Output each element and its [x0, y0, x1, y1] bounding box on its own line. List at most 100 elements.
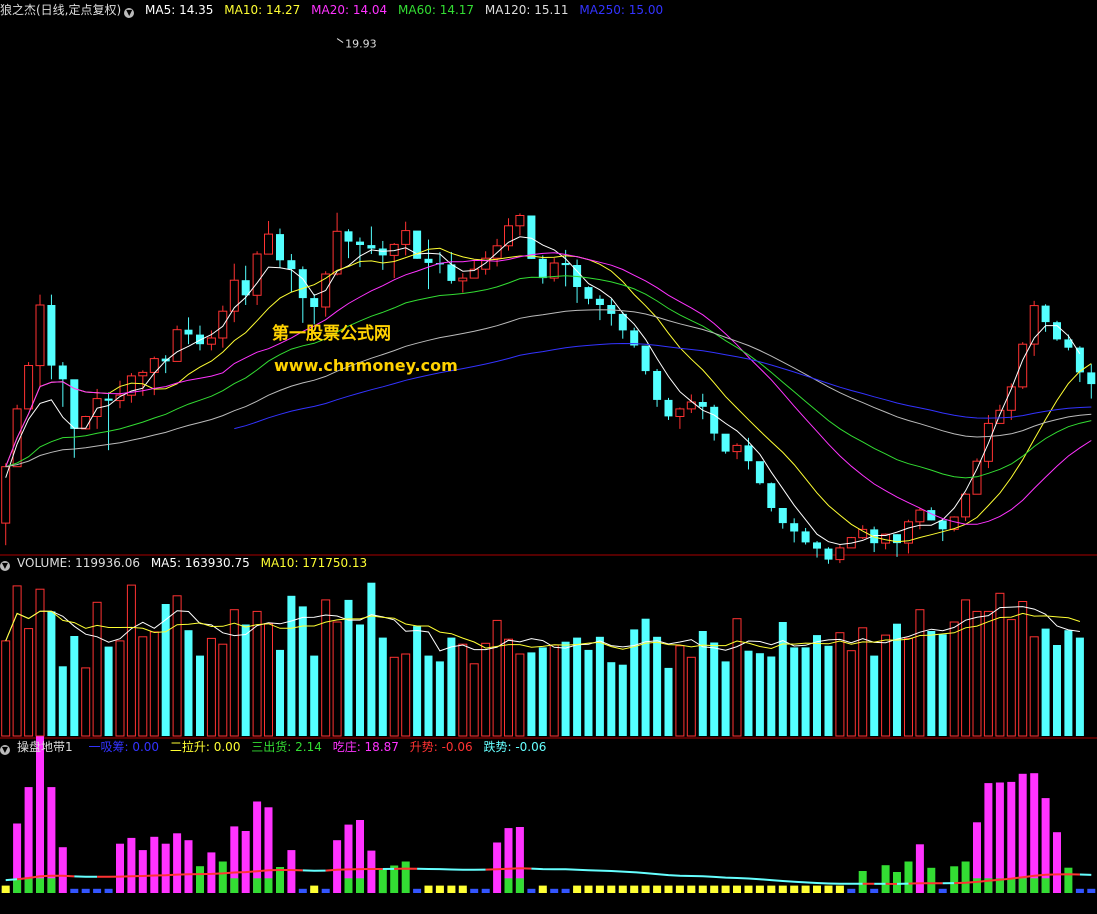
indicator-bar-base — [1018, 878, 1027, 893]
price-panel: 19.93 — [1, 38, 1096, 564]
indicator-bar-pull — [801, 885, 810, 893]
indicator-bar — [378, 868, 387, 894]
price-candle — [527, 215, 536, 259]
indicator-bar — [961, 861, 970, 893]
price-candle — [801, 531, 810, 543]
price-candle — [1053, 322, 1061, 340]
volume-ma10-label: MA10: 171750.13 — [260, 556, 368, 570]
indicator-bar — [984, 783, 993, 893]
price-candle — [401, 230, 411, 245]
indicator-bar — [493, 842, 502, 893]
indicator-eat-label: 吃庄: 18.87 — [332, 740, 399, 754]
indicator-bar — [1087, 888, 1096, 893]
indicator-bar — [561, 888, 570, 893]
indicator-bar-pull — [538, 885, 547, 893]
volume-bar — [332, 621, 342, 737]
volume-bar — [607, 662, 616, 736]
indicator-bar — [1075, 888, 1084, 893]
indicator-bar-pull — [618, 885, 627, 893]
price-candle — [332, 230, 342, 275]
stock-chart[interactable]: 19.93 — [0, 0, 1097, 914]
volume-bar — [927, 631, 936, 736]
ma120-label: MA120: 15.11 — [484, 3, 569, 17]
indicator-bar-pull — [607, 885, 616, 893]
volume-panel — [1, 582, 1084, 737]
chevron-down-icon[interactable]: ▼ — [0, 745, 10, 755]
indicator-bar — [218, 861, 227, 893]
indicator-bar-base — [1030, 878, 1039, 893]
volume-bar — [835, 632, 845, 737]
price-candle — [1006, 386, 1016, 411]
price-candle — [138, 371, 148, 377]
indicator-bar — [470, 888, 479, 893]
price-candle — [778, 508, 787, 524]
volume-bar — [755, 653, 764, 736]
volume-bar — [686, 656, 696, 737]
volume-bar — [58, 666, 67, 736]
price-candle — [813, 542, 821, 549]
max-price-label: 19.93 — [345, 38, 377, 51]
price-candle — [1087, 372, 1096, 385]
volume-bar — [469, 663, 479, 737]
indicator-bar — [333, 840, 342, 893]
indicator-bar — [321, 888, 330, 893]
volume-bar — [12, 585, 22, 737]
indicator-bar — [550, 888, 559, 893]
indicator-bar-pull — [790, 885, 799, 893]
price-candle — [824, 548, 833, 560]
volume-bar — [1053, 645, 1061, 736]
indicator-title: 操盘地带1 — [17, 740, 73, 754]
volume-bar — [356, 624, 364, 736]
volume-bar — [481, 642, 491, 737]
price-candle — [972, 460, 982, 495]
indicator-bar-base — [973, 878, 981, 893]
indicator-bar-base — [356, 878, 364, 893]
price-candle — [276, 234, 284, 261]
chevron-down-icon[interactable]: ▼ — [0, 561, 10, 571]
indicator-bar-pull — [641, 885, 650, 893]
indicator-bar-base — [253, 878, 262, 893]
indicator-bar — [207, 852, 216, 893]
price-candle — [424, 258, 433, 263]
ma20-line — [5, 252, 1092, 525]
indicator-bar — [401, 861, 410, 893]
price-candle — [206, 337, 216, 345]
indicator-rise-label: 升势: -0.06 — [409, 740, 473, 754]
indicator-bar — [81, 888, 90, 893]
indicator-bar — [138, 850, 147, 893]
price-candle — [664, 399, 673, 417]
volume-bar — [138, 636, 148, 737]
indicator-bar-pull — [584, 885, 593, 893]
volume-bar — [790, 647, 799, 736]
indicator-bar — [58, 847, 67, 893]
volume-bar — [870, 655, 879, 736]
indicator-bar — [104, 888, 113, 893]
chevron-down-icon[interactable]: ▼ — [124, 8, 135, 18]
indicator-trend-line — [417, 867, 486, 871]
indicator-bar-pull — [458, 885, 467, 893]
price-candle — [790, 523, 799, 532]
price-candle — [835, 547, 845, 561]
price-candle — [264, 233, 273, 255]
volume-bar — [47, 611, 56, 736]
watermark-title: 第一股票公式网 — [272, 324, 391, 344]
indicator-bar-base — [47, 878, 56, 893]
price-candle — [710, 406, 719, 434]
volume-bar — [801, 647, 810, 736]
volume-bar — [24, 628, 34, 737]
indicator-bar — [93, 888, 102, 893]
volume-bar — [229, 609, 239, 737]
volume-bar — [126, 584, 136, 737]
price-candle — [755, 461, 764, 484]
indicator-bar-base — [13, 878, 22, 893]
ma10-label: MA10: 14.27 — [224, 3, 301, 17]
indicator-trend-line — [5, 878, 18, 882]
indicator-bar — [847, 888, 856, 893]
volume-label: VOLUME: 119936.06 — [17, 556, 140, 570]
volume-bar — [1064, 630, 1073, 736]
volume-bar — [846, 650, 856, 737]
volume-bar — [218, 643, 228, 737]
price-candle — [1075, 347, 1084, 373]
volume-bar — [401, 653, 411, 737]
indicator-bar — [413, 888, 422, 893]
